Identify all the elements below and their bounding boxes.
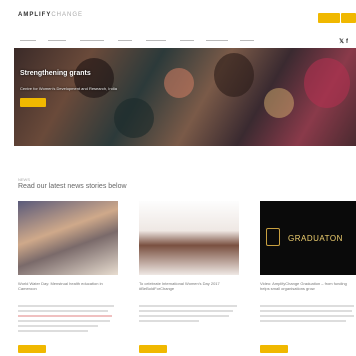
news-card-title[interactable]: Video: AmplifyChange Graduation – from f… (260, 281, 356, 291)
excerpt-line (18, 305, 114, 307)
news-card-read-more-button[interactable] (18, 345, 46, 353)
hero-title: Strengthening grants (20, 70, 91, 77)
logo-bold: AMPLIFY (18, 12, 52, 18)
news-section-heading: Read our latest news stories below (18, 183, 127, 190)
excerpt-line (18, 330, 88, 332)
header-secondary-button[interactable] (341, 13, 356, 23)
news-card-read-more-button[interactable] (139, 345, 167, 353)
nav-item[interactable] (240, 40, 254, 41)
excerpt-line (18, 325, 98, 327)
news-card-title[interactable]: World Water Day: Menstrual health educat… (18, 281, 118, 291)
nav-item[interactable] (146, 40, 166, 41)
twitter-icon[interactable]: 𝕏 (339, 39, 346, 45)
excerpt-line (139, 305, 237, 307)
logo-light: CHANGE (51, 12, 84, 18)
news-card-image[interactable] (18, 201, 118, 275)
news-card-title[interactable]: To celebrate International Women's Day 2… (139, 281, 239, 291)
nav-item[interactable] (20, 40, 36, 41)
hero-subtitle: Centre for Women's Development and Resea… (20, 86, 117, 91)
news-card-image[interactable] (139, 201, 239, 275)
nav-item[interactable] (48, 40, 66, 41)
excerpt-line (139, 310, 233, 312)
hero-banner (14, 48, 356, 146)
nav-item[interactable] (118, 40, 132, 41)
excerpt-line (260, 305, 354, 307)
top-bar: AMPLIFYCHANGE (0, 0, 356, 36)
excerpt-line (139, 315, 229, 317)
nav-item[interactable] (80, 40, 104, 41)
excerpt-line (18, 320, 110, 322)
graduation-logo-icon (266, 228, 280, 246)
nav-item[interactable] (206, 40, 228, 41)
excerpt-line (139, 320, 199, 322)
social-links: 𝕏f (339, 38, 350, 45)
excerpt-line (18, 315, 112, 317)
hero-read-more-button[interactable] (20, 98, 46, 107)
excerpt-line (260, 310, 352, 312)
news-section-label: NEWS (18, 177, 30, 182)
excerpt-line (260, 315, 354, 317)
news-card-read-more-button[interactable] (260, 345, 288, 353)
graduation-image-text: GRADUATON (288, 234, 343, 243)
header-primary-button[interactable] (318, 13, 340, 23)
amplifychange-logo[interactable]: AMPLIFYCHANGE (18, 12, 83, 18)
excerpt-line (260, 320, 346, 322)
nav-item[interactable] (180, 40, 194, 41)
facebook-icon[interactable]: f (346, 39, 350, 45)
main-navigation (0, 36, 356, 46)
excerpt-line (18, 310, 108, 312)
